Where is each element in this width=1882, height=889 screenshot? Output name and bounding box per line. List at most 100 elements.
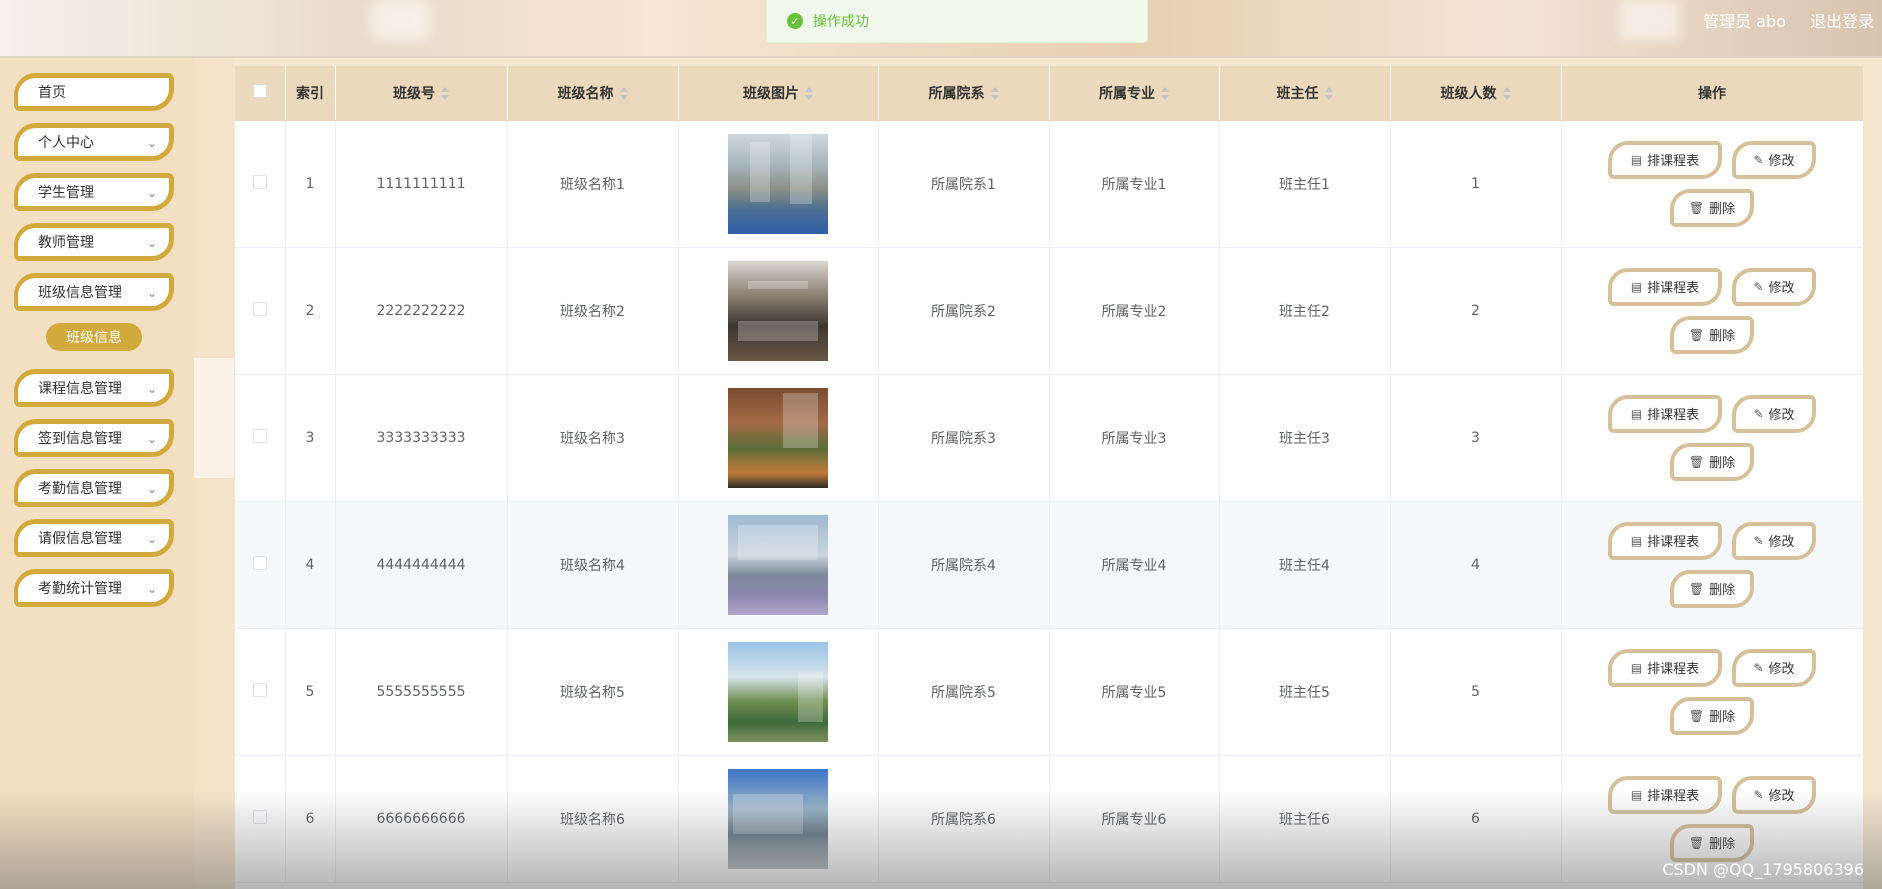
column-header-dept[interactable]: 所属院系: [878, 66, 1050, 121]
row-checkbox[interactable]: [252, 301, 267, 316]
schedule-button[interactable]: ▤ 排课程表: [1608, 394, 1722, 433]
select-all-checkbox[interactable]: [252, 83, 267, 98]
sort-icon[interactable]: [1161, 86, 1169, 101]
cell-index: 5: [285, 628, 336, 756]
sidebar-item-label: 请假信息管理: [38, 531, 122, 547]
sort-icon[interactable]: [1502, 86, 1511, 101]
sidebar-item-class-management[interactable]: 班级信息管理 ⌄: [14, 273, 174, 311]
class-photo[interactable]: [728, 768, 828, 869]
row-select-cell[interactable]: [235, 374, 286, 502]
sort-icon[interactable]: [990, 86, 999, 101]
cell-class-name: 班级名称6: [507, 755, 679, 883]
sidebar-item-attendance-stats[interactable]: 考勤统计管理 ⌄: [14, 569, 174, 607]
column-header-class-name[interactable]: 班级名称: [507, 66, 679, 121]
column-header-major[interactable]: 所属专业: [1049, 66, 1220, 121]
sidebar-item-student-management[interactable]: 学生管理 ⌄: [14, 173, 174, 211]
row-checkbox[interactable]: [252, 174, 267, 189]
schedule-button[interactable]: ▤ 排课程表: [1608, 775, 1722, 814]
document-icon: ▤: [1630, 152, 1643, 167]
class-photo[interactable]: [728, 133, 828, 234]
row-select-cell[interactable]: [235, 120, 286, 248]
sidebar-item-teacher-management[interactable]: 教师管理 ⌄: [14, 223, 174, 261]
column-header-count[interactable]: 班级人数: [1390, 66, 1562, 121]
schedule-button[interactable]: ▤ 排课程表: [1608, 267, 1722, 306]
row-checkbox[interactable]: [252, 682, 267, 697]
logout-link[interactable]: 退出登录: [1810, 8, 1874, 32]
cell-count: 3: [1390, 374, 1562, 502]
edit-button[interactable]: ✎ 修改: [1732, 775, 1816, 814]
row-select-cell[interactable]: [235, 247, 286, 375]
schedule-label: 排课程表: [1647, 281, 1700, 296]
edit-button[interactable]: ✎ 修改: [1732, 521, 1816, 560]
sidebar-item-checkin-management[interactable]: 签到信息管理 ⌄: [14, 419, 174, 457]
cell-dept: 所属院系3: [878, 374, 1050, 502]
row-checkbox[interactable]: [252, 809, 267, 824]
content-gutter: [194, 58, 234, 889]
cell-class-name: 班级名称1: [507, 120, 679, 248]
column-header-teacher[interactable]: 班主任: [1219, 66, 1391, 121]
class-photo[interactable]: [728, 641, 828, 742]
sort-icon[interactable]: [805, 86, 813, 101]
delete-button[interactable]: 🗑 删除: [1670, 569, 1754, 608]
cell-actions: ▤ 排课程表 ✎ 修改 🗑 删除: [1561, 374, 1863, 502]
cell-teacher: 班主任4: [1219, 501, 1391, 629]
edit-button[interactable]: ✎ 修改: [1732, 140, 1816, 179]
table-row: 6 6666666666 班级名称6 所属院系6 所属专业6 班主任6 6 ▤ 排…: [235, 755, 1863, 883]
row-select-cell[interactable]: [235, 501, 286, 629]
select-all-cell[interactable]: [235, 66, 286, 121]
cell-teacher: 班主任5: [1219, 628, 1391, 756]
header-decoration: [1620, 0, 1680, 40]
sidebar-item-leave-management[interactable]: 请假信息管理 ⌄: [14, 519, 174, 557]
row-checkbox[interactable]: [252, 555, 267, 570]
trash-icon: 🗑: [1688, 454, 1705, 469]
cell-index: 1: [285, 120, 336, 248]
column-header-class-no[interactable]: 班级号: [335, 66, 508, 121]
sidebar-item-label: 考勤信息管理: [38, 481, 122, 497]
sidebar-item-course-management[interactable]: 课程信息管理 ⌄: [14, 369, 174, 407]
edit-button[interactable]: ✎ 修改: [1732, 394, 1816, 433]
cell-class-name: 班级名称4: [507, 501, 679, 629]
schedule-button[interactable]: ▤ 排课程表: [1608, 521, 1722, 560]
column-label: 班级名称: [557, 85, 614, 102]
column-label: 班级人数: [1440, 85, 1497, 102]
edit-button[interactable]: ✎ 修改: [1732, 648, 1816, 687]
column-label: 所属专业: [1099, 85, 1155, 102]
class-photo[interactable]: [728, 387, 828, 488]
chevron-down-icon: ⌄: [146, 432, 157, 446]
delete-button[interactable]: 🗑 删除: [1670, 696, 1754, 735]
delete-label: 删除: [1709, 456, 1736, 471]
delete-button[interactable]: 🗑 删除: [1670, 315, 1754, 354]
sidebar-item-personal-center[interactable]: 个人中心 ⌄: [14, 123, 174, 161]
column-header-class-image[interactable]: 班级图片: [678, 66, 879, 121]
sort-icon[interactable]: [441, 86, 449, 101]
class-photo[interactable]: [728, 514, 828, 615]
schedule-label: 排课程表: [1647, 662, 1700, 677]
edit-icon: ✎: [1753, 660, 1764, 675]
schedule-label: 排课程表: [1647, 154, 1700, 169]
cell-class-no: 3333333333: [335, 374, 508, 502]
sort-icon[interactable]: [1324, 86, 1333, 101]
schedule-button[interactable]: ▤ 排课程表: [1608, 140, 1722, 179]
edit-button[interactable]: ✎ 修改: [1732, 267, 1816, 306]
document-icon: ▤: [1630, 279, 1643, 294]
row-select-cell[interactable]: [235, 628, 286, 756]
delete-button[interactable]: 🗑 删除: [1670, 823, 1754, 862]
sidebar-item-home[interactable]: 首页: [14, 73, 174, 111]
trash-icon: 🗑: [1688, 200, 1705, 215]
column-header-actions: 操作: [1561, 66, 1863, 121]
schedule-button[interactable]: ▤ 排课程表: [1608, 648, 1722, 687]
edit-icon: ✎: [1753, 152, 1764, 167]
cell-count: 1: [1390, 120, 1562, 248]
delete-button[interactable]: 🗑 删除: [1670, 188, 1754, 227]
class-photo[interactable]: [728, 260, 828, 361]
delete-button[interactable]: 🗑 删除: [1670, 442, 1754, 481]
sidebar-subitem-class-info[interactable]: 班级信息: [46, 323, 142, 351]
row-select-cell[interactable]: [235, 755, 286, 883]
row-checkbox[interactable]: [252, 428, 267, 443]
edit-icon: ✎: [1753, 279, 1764, 294]
delete-label: 删除: [1709, 710, 1736, 725]
cell-count: 2: [1390, 247, 1562, 375]
sidebar-item-attendance-management[interactable]: 考勤信息管理 ⌄: [14, 469, 174, 507]
sort-icon[interactable]: [619, 86, 628, 101]
cell-major: 所属专业4: [1049, 501, 1220, 629]
